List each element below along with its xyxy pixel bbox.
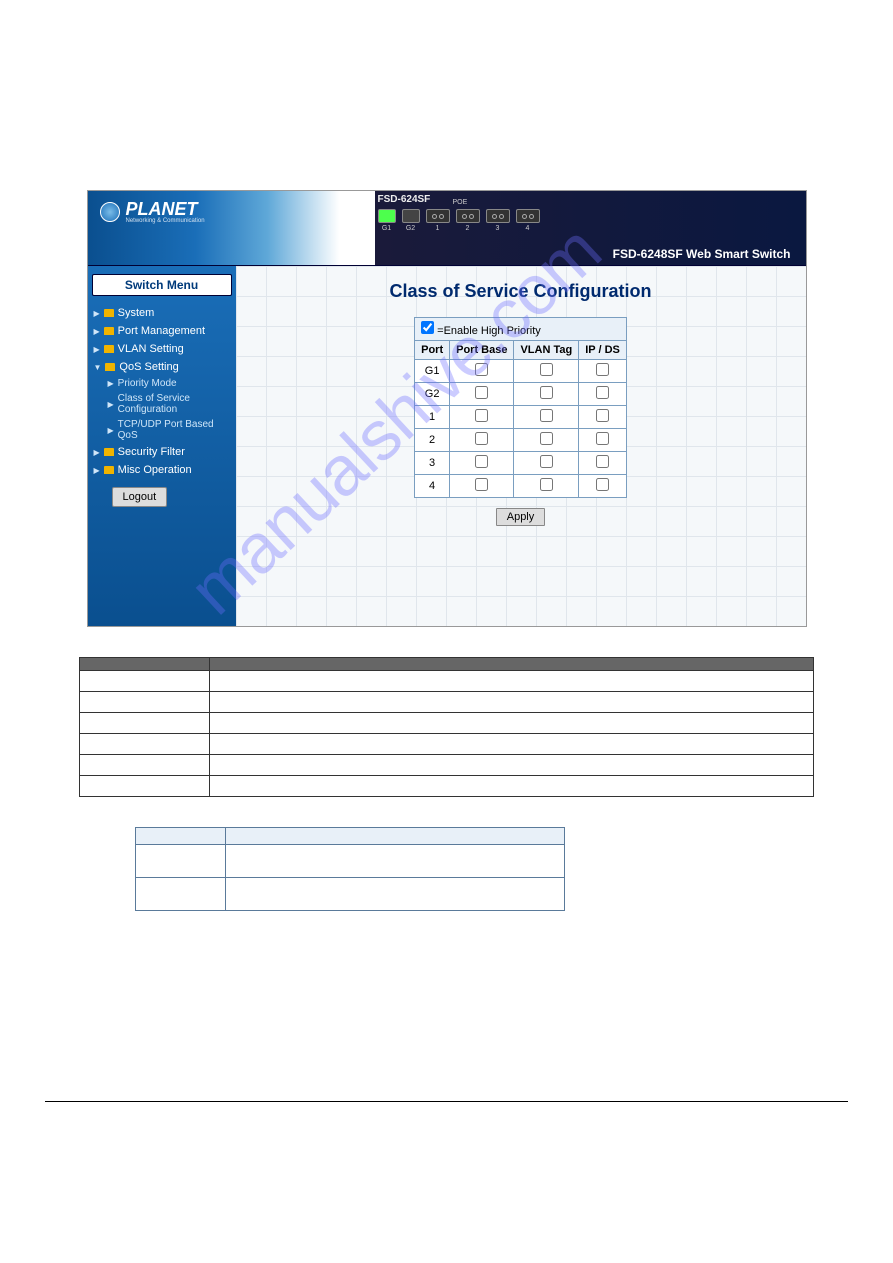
vlan-priority-table xyxy=(135,827,565,911)
poe-port-1-icon xyxy=(426,209,450,223)
logo: PLANET Networking & Communication xyxy=(100,199,205,224)
vlantag-checkbox-g2[interactable] xyxy=(540,386,553,399)
ipds-checkbox-2[interactable] xyxy=(596,432,609,445)
portbase-checkbox-g2[interactable] xyxy=(475,386,488,399)
desc-cell xyxy=(210,713,814,734)
ipds-checkbox-1[interactable] xyxy=(596,409,609,422)
sidebar-item-qos-setting[interactable]: ▼QoS Setting xyxy=(92,358,232,376)
enable-high-priority-checkbox[interactable] xyxy=(421,321,434,334)
switch-menu-header: Switch Menu xyxy=(92,274,232,296)
row-port-label: 2 xyxy=(415,429,450,452)
desc-cell xyxy=(80,671,210,692)
row-port-label: G2 xyxy=(415,383,450,406)
sidebar-item-security-filter[interactable]: ▶Security Filter xyxy=(92,443,232,461)
sidebar-subitem-priority-mode[interactable]: ▶Priority Mode xyxy=(92,376,232,391)
col-port-base: Port Base xyxy=(450,341,514,360)
poe-port-4-icon xyxy=(516,209,540,223)
vlantag-checkbox-1[interactable] xyxy=(540,409,553,422)
desc-cell xyxy=(80,776,210,797)
description-table xyxy=(79,657,814,797)
folder-icon xyxy=(104,309,114,317)
poe-port-3-icon xyxy=(486,209,510,223)
desc-header-right xyxy=(210,658,814,671)
col-vlan-tag: VLAN Tag xyxy=(514,341,579,360)
desc-cell xyxy=(210,692,814,713)
desc-cell xyxy=(80,755,210,776)
sidebar-subitem-tcpudp-qos[interactable]: ▶TCP/UDP Port Based QoS xyxy=(92,417,232,443)
ipds-checkbox-g1[interactable] xyxy=(596,363,609,376)
folder-icon xyxy=(104,345,114,353)
banner: PLANET Networking & Communication FSD-62… xyxy=(88,191,806,266)
col-ip-ds: IP / DS xyxy=(579,341,627,360)
vlan-header-left xyxy=(136,828,226,845)
device-port-indicators: G1 G2 1 2 3 4 xyxy=(378,209,540,232)
logout-button[interactable]: Logout xyxy=(112,487,168,507)
vlan-cell xyxy=(226,845,565,878)
vlan-cell xyxy=(136,878,226,911)
portbase-checkbox-2[interactable] xyxy=(475,432,488,445)
logo-subtitle: Networking & Communication xyxy=(126,218,205,224)
portbase-checkbox-g1[interactable] xyxy=(475,363,488,376)
page-title: Class of Service Configuration xyxy=(251,281,791,302)
banner-title: FSD-6248SF Web Smart Switch xyxy=(613,247,791,261)
vlantag-checkbox-3[interactable] xyxy=(540,455,553,468)
port-g2-icon xyxy=(402,209,420,223)
portbase-checkbox-3[interactable] xyxy=(475,455,488,468)
device-model-label: FSD-624SF xyxy=(378,194,431,205)
sidebar-item-system[interactable]: ▶System xyxy=(92,304,232,322)
main-panel: Class of Service Configuration =Enable H… xyxy=(236,266,806,626)
desc-cell xyxy=(80,734,210,755)
row-port-label: 1 xyxy=(415,406,450,429)
sidebar: Switch Menu ▶System ▶Port Management ▶VL… xyxy=(88,266,236,626)
embedded-ui-screenshot: PLANET Networking & Communication FSD-62… xyxy=(87,190,807,627)
vlan-cell xyxy=(136,845,226,878)
sidebar-item-misc-operation[interactable]: ▶Misc Operation xyxy=(92,461,232,479)
folder-icon xyxy=(105,363,115,371)
ipds-checkbox-4[interactable] xyxy=(596,478,609,491)
col-port: Port xyxy=(415,341,450,360)
desc-cell xyxy=(210,671,814,692)
row-port-label: G1 xyxy=(415,360,450,383)
vlan-cell xyxy=(226,878,565,911)
vlan-header-right xyxy=(226,828,565,845)
globe-icon xyxy=(100,202,120,222)
desc-cell xyxy=(210,734,814,755)
vlantag-checkbox-4[interactable] xyxy=(540,478,553,491)
portbase-checkbox-4[interactable] xyxy=(475,478,488,491)
desc-cell xyxy=(210,776,814,797)
poe-port-2-icon xyxy=(456,209,480,223)
folder-icon xyxy=(104,466,114,474)
logo-text: PLANET xyxy=(126,199,205,220)
apply-button[interactable]: Apply xyxy=(496,508,546,526)
enable-high-priority-label: =Enable High Priority xyxy=(437,325,541,337)
sidebar-subitem-cos-config[interactable]: ▶Class of Service Configuration xyxy=(92,391,232,417)
cos-config-table: =Enable High Priority Port Port Base VLA… xyxy=(414,317,627,498)
row-port-label: 3 xyxy=(415,452,450,475)
footer-divider xyxy=(45,1101,848,1102)
desc-header-left xyxy=(80,658,210,671)
desc-cell xyxy=(80,713,210,734)
row-port-label: 4 xyxy=(415,475,450,498)
desc-cell xyxy=(80,692,210,713)
vlantag-checkbox-g1[interactable] xyxy=(540,363,553,376)
sidebar-item-port-management[interactable]: ▶Port Management xyxy=(92,322,232,340)
ipds-checkbox-g2[interactable] xyxy=(596,386,609,399)
poe-group-label: POE xyxy=(453,199,468,206)
vlantag-checkbox-2[interactable] xyxy=(540,432,553,445)
portbase-checkbox-1[interactable] xyxy=(475,409,488,422)
ipds-checkbox-3[interactable] xyxy=(596,455,609,468)
folder-icon xyxy=(104,327,114,335)
sidebar-item-vlan-setting[interactable]: ▶VLAN Setting xyxy=(92,340,232,358)
folder-icon xyxy=(104,448,114,456)
port-g1-icon xyxy=(378,209,396,223)
desc-cell xyxy=(210,755,814,776)
